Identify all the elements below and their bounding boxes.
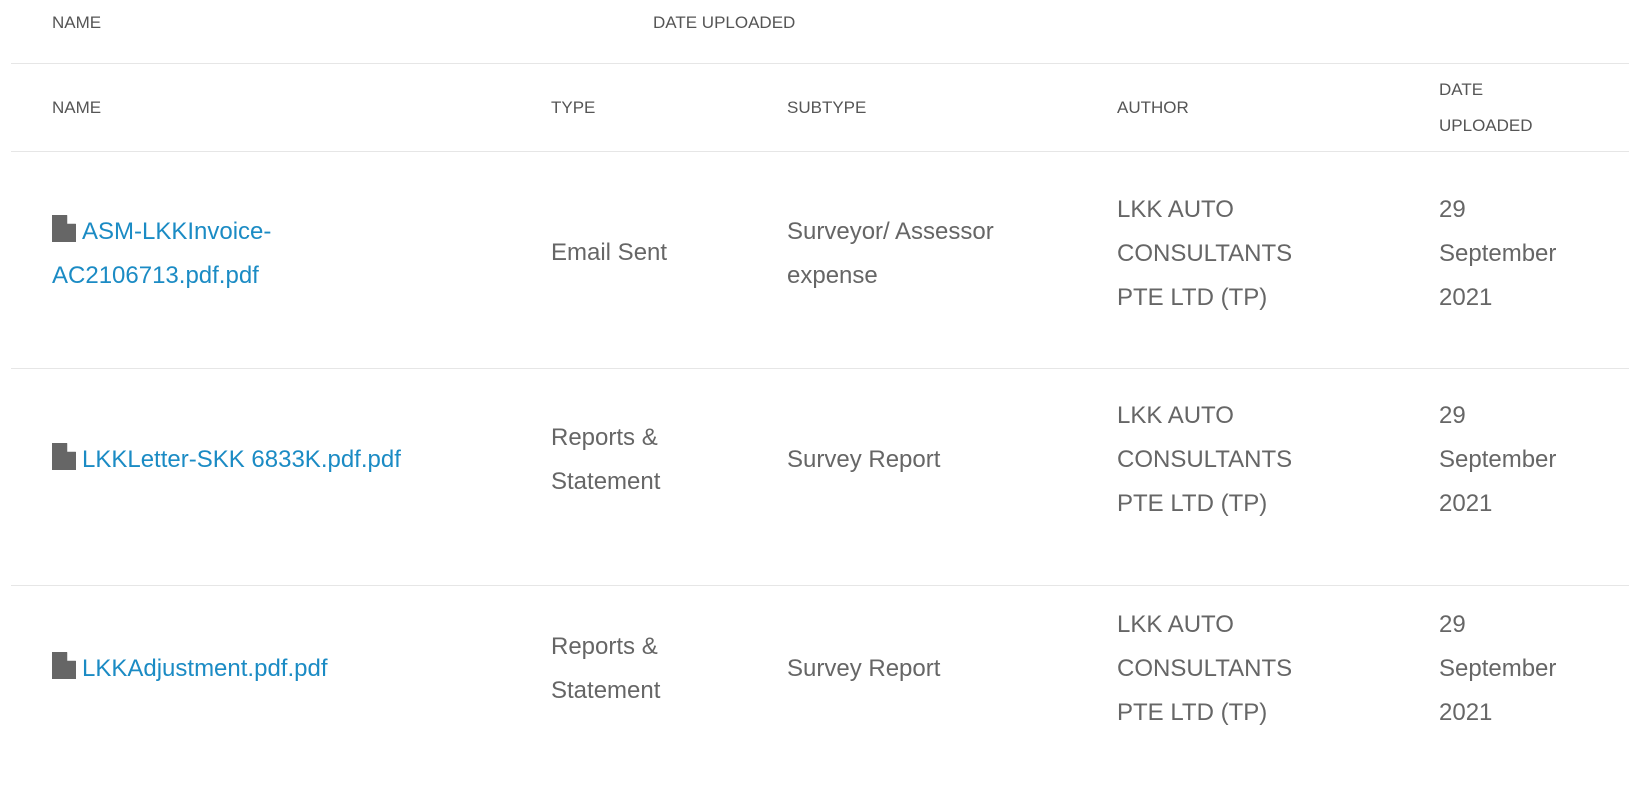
date-cell: 29 September 2021 [1439,394,1599,526]
date-line2: September [1439,446,1557,473]
author-line2: CONSULTANTS [1117,240,1293,267]
file-name-cell: ASM-LKKInvoice- AC2106713.pdf.pdf [52,210,492,298]
table-row: LKKLetter-SKK 6833K.pdf.pdf Reports & St… [0,369,1629,585]
table-header-row: NAME TYPE SUBTYPE AUTHOR DATE UPLOADED [0,64,1629,151]
column-header-date-uploaded[interactable]: DATE UPLOADED [1439,72,1559,144]
type-cell: Email Sent [551,231,751,275]
type-line1: Reports & [551,633,658,660]
column-header-date-line1: DATE [1439,80,1484,99]
top-header-date-uploaded[interactable]: DATE UPLOADED [653,13,795,33]
table-row: LKKAdjustment.pdf.pdf Reports & Statemen… [0,586,1629,802]
file-link[interactable]: ASM-LKKInvoice- [52,210,492,254]
column-header-name[interactable]: NAME [52,90,101,126]
date-cell: 29 September 2021 [1439,188,1599,320]
date-cell: 29 September 2021 [1439,603,1599,735]
author-line1: LKK AUTO [1117,196,1234,223]
type-line1: Email Sent [551,239,668,266]
file-icon [52,443,76,470]
type-cell: Reports & Statement [551,625,751,713]
date-line3: 2021 [1439,490,1493,517]
subtype-cell: Surveyor/ Assessor expense [787,210,1057,298]
date-line2: September [1439,240,1557,267]
author-cell: LKK AUTO CONSULTANTS PTE LTD (TP) [1117,394,1347,526]
date-line1: 29 [1439,196,1466,223]
author-cell: LKK AUTO CONSULTANTS PTE LTD (TP) [1117,603,1347,735]
author-line3: PTE LTD (TP) [1117,490,1268,517]
author-line3: PTE LTD (TP) [1117,284,1268,311]
file-icon [52,652,76,679]
date-line1: 29 [1439,611,1466,638]
date-line2: September [1439,655,1557,682]
file-link-text[interactable]: ASM-LKKInvoice- [82,218,271,245]
file-link-text[interactable]: LKKLetter-SKK 6833K.pdf.pdf [82,446,401,473]
top-header: NAME DATE UPLOADED [0,0,1629,62]
file-name-cell: LKKAdjustment.pdf.pdf [52,647,492,691]
file-link-text[interactable]: LKKAdjustment.pdf.pdf [82,655,327,682]
subtype-cell: Survey Report [787,647,1057,691]
file-link[interactable]: LKKAdjustment.pdf.pdf [52,647,492,691]
date-line1: 29 [1439,402,1466,429]
file-icon [52,215,76,242]
type-line1: Reports & [551,424,658,451]
author-line2: CONSULTANTS [1117,446,1293,473]
column-header-type[interactable]: TYPE [551,90,595,126]
file-name-cell: LKKLetter-SKK 6833K.pdf.pdf [52,438,492,482]
author-line3: PTE LTD (TP) [1117,699,1268,726]
subtype-line1: Surveyor/ Assessor [787,218,994,245]
file-link-text-line2[interactable]: AC2106713.pdf.pdf [52,262,259,289]
subtype-line1: Survey Report [787,655,941,682]
subtype-line1: Survey Report [787,446,941,473]
type-line2: Statement [551,468,661,495]
file-link[interactable]: LKKLetter-SKK 6833K.pdf.pdf [52,438,492,482]
table-row: ASM-LKKInvoice- AC2106713.pdf.pdf Email … [0,152,1629,368]
author-line1: LKK AUTO [1117,611,1234,638]
column-header-date-line2: UPLOADED [1439,116,1533,135]
subtype-line2: expense [787,262,878,289]
type-line2: Statement [551,677,661,704]
date-line3: 2021 [1439,284,1493,311]
top-header-name[interactable]: NAME [52,13,101,33]
subtype-cell: Survey Report [787,438,1057,482]
date-line3: 2021 [1439,699,1493,726]
column-header-subtype[interactable]: SUBTYPE [787,90,866,126]
type-cell: Reports & Statement [551,416,751,504]
author-line1: LKK AUTO [1117,402,1234,429]
author-cell: LKK AUTO CONSULTANTS PTE LTD (TP) [1117,188,1347,320]
author-line2: CONSULTANTS [1117,655,1293,682]
column-header-author[interactable]: AUTHOR [1117,90,1189,126]
